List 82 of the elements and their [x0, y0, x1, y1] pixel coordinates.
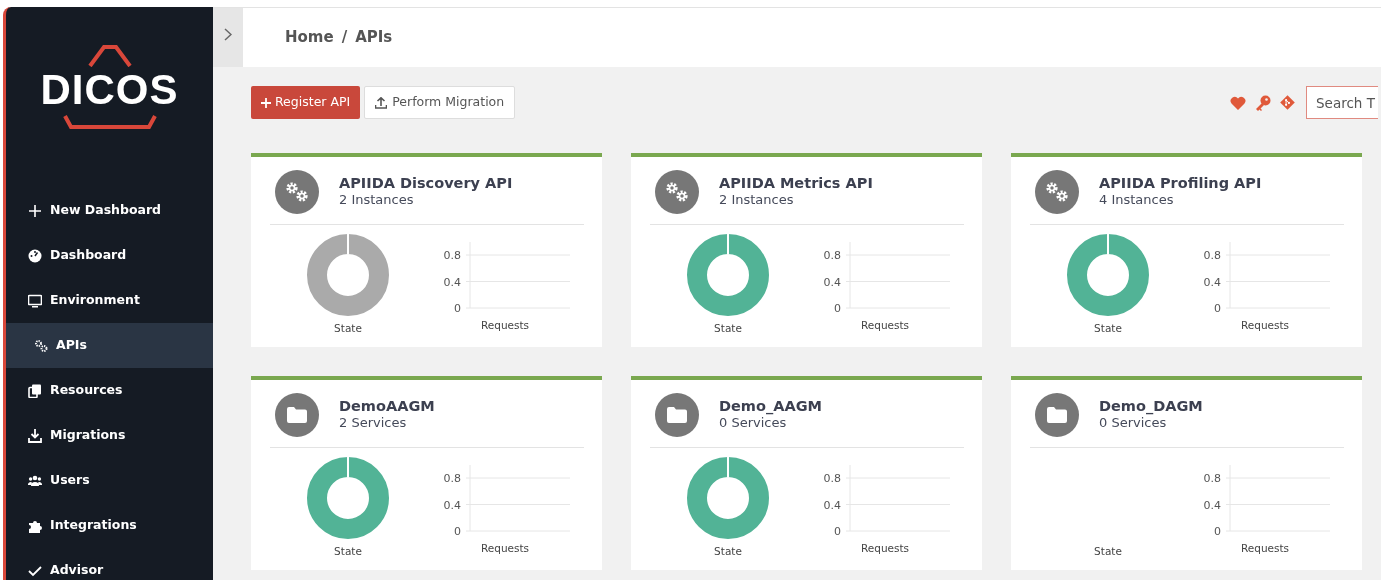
card-title[interactable]: APIIDA Metrics API	[719, 174, 873, 193]
sidebar-item[interactable]: Environment	[6, 278, 213, 323]
tick-label: 0.4	[443, 498, 461, 512]
sidebar-item[interactable]: APIs	[3, 323, 213, 368]
chart-label: Requests	[480, 541, 530, 556]
card-title[interactable]: APIIDA Discovery API	[339, 174, 513, 193]
gears-icon	[34, 338, 48, 353]
chart-label: Requests	[860, 541, 910, 556]
gears-icon	[275, 170, 319, 214]
card-subtitle: 0 Services	[1099, 415, 1168, 433]
chart-label: State	[1094, 544, 1122, 559]
tick-label: 0.4	[443, 275, 461, 289]
chart-label: State	[334, 544, 362, 559]
register-button[interactable]: Register API	[251, 86, 361, 119]
chart-label: Requests	[1240, 541, 1290, 556]
logo-chevron-icon	[86, 45, 133, 67]
logo-text: DICOS	[40, 69, 179, 111]
chart-label: Requests	[480, 318, 530, 333]
copy-icon	[28, 383, 42, 398]
card-title[interactable]: APIIDA Profiling API	[1099, 174, 1262, 193]
card-subtitle: 0 Services	[719, 415, 788, 433]
folder-icon	[655, 393, 699, 437]
tick-label: 0.4	[1203, 498, 1221, 512]
search-field[interactable]: Search T	[1306, 86, 1378, 119]
tick-label: 0.4	[823, 275, 841, 289]
sidebar-item[interactable]: Resources	[6, 368, 213, 413]
upload-icon	[375, 96, 388, 109]
download-icon	[28, 428, 42, 443]
chart-label: Requests	[1240, 318, 1290, 333]
tick-label: 0.8	[443, 249, 461, 262]
breadcrumb-current: APIs	[355, 27, 393, 49]
gauge-icon	[28, 248, 42, 263]
breadcrumb-link[interactable]: Home	[285, 26, 334, 49]
card-title[interactable]: Demo_AAGM	[719, 397, 822, 416]
sidebar-toggle[interactable]	[213, 8, 243, 67]
card-subtitle: 4 Instances	[1099, 192, 1175, 210]
chevron-right-icon	[224, 28, 232, 41]
tick-label: 0	[834, 302, 841, 315]
migration-button[interactable]: Perform Migration	[364, 86, 516, 119]
heart-icon[interactable]	[1230, 95, 1246, 110]
users-icon	[28, 473, 42, 488]
puzzle-icon	[28, 518, 42, 533]
tick-label: 0	[1214, 302, 1221, 315]
breadcrumb-separator: /	[341, 27, 348, 49]
chart-label: Requests	[860, 318, 910, 333]
folder-icon	[275, 393, 319, 437]
tick-label: 0	[1214, 525, 1221, 538]
monitor-icon	[28, 293, 42, 308]
chart-label: State	[1094, 321, 1122, 336]
tick-label: 0	[454, 525, 461, 538]
card-subtitle: 2 Instances	[339, 192, 415, 210]
plus-icon	[261, 97, 271, 108]
tick-label: 0	[454, 302, 461, 315]
card-title[interactable]: DemoAAGM	[339, 397, 435, 416]
logo-bracket-icon	[62, 114, 157, 130]
chart-label: State	[714, 321, 742, 336]
sidebar-item[interactable]: Migrations	[6, 413, 213, 458]
plus-icon	[28, 203, 42, 218]
tick-label: 0.8	[823, 249, 841, 262]
tick-label: 0.8	[823, 472, 841, 485]
sidebar-item[interactable]: Dashboard	[6, 233, 213, 278]
card-subtitle: 2 Instances	[719, 192, 795, 210]
sidebar-item[interactable]: New Dashboard	[6, 188, 213, 233]
key-icon[interactable]	[1255, 94, 1271, 111]
sidebar-item[interactable]: Advisor	[6, 548, 213, 580]
tick-label: 0.4	[823, 498, 841, 512]
tick-label: 0.8	[1203, 472, 1221, 485]
sidebar-item[interactable]: Users	[6, 458, 213, 503]
gears-icon	[1035, 170, 1079, 214]
tick-label: 0.4	[1203, 275, 1221, 289]
sidebar-item[interactable]: Integrations	[6, 503, 213, 548]
tick-label: 0.8	[443, 472, 461, 485]
card-title[interactable]: Demo_DAGM	[1099, 397, 1203, 416]
chart-label: State	[714, 544, 742, 559]
git-icon[interactable]	[1280, 95, 1295, 110]
chart-label: State	[334, 321, 362, 336]
gears-icon	[655, 170, 699, 214]
card-subtitle: 2 Services	[339, 415, 408, 433]
folder-icon	[1035, 393, 1079, 437]
tick-label: 0	[834, 525, 841, 538]
tick-label: 0.8	[1203, 249, 1221, 262]
check-icon	[28, 563, 42, 578]
